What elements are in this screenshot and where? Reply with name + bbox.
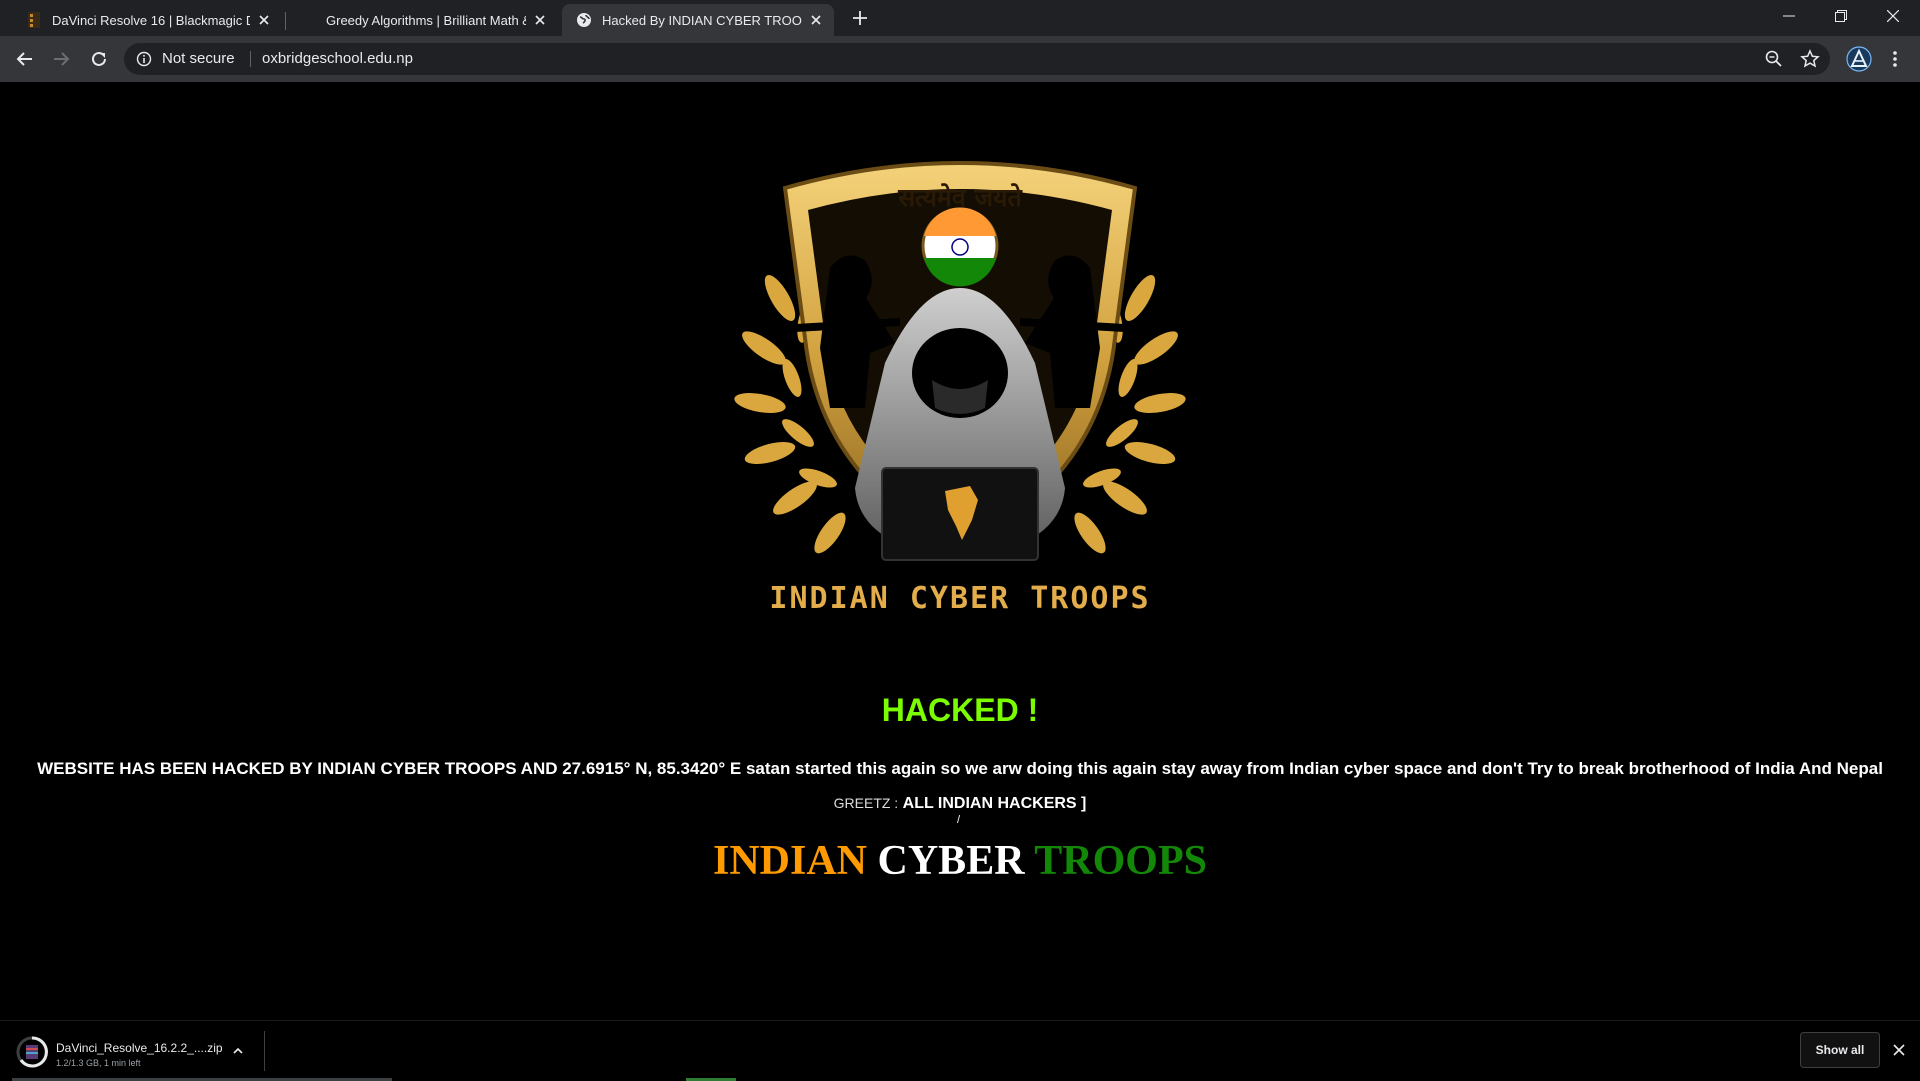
profile-avatar-icon[interactable] bbox=[1846, 46, 1872, 72]
emblem-banner-text: INDIAN CYBER TROOPS bbox=[769, 581, 1150, 616]
brilliant-icon bbox=[302, 12, 316, 28]
download-item[interactable]: DaVinci_Resolve_16.2.2_....zip 1.2/1.3 G… bbox=[0, 1021, 264, 1081]
tab-title: DaVinci Resolve 16 | Blackmagic Design bbox=[52, 12, 250, 28]
new-tab-button[interactable] bbox=[850, 8, 870, 28]
show-all-button[interactable]: Show all bbox=[1800, 1032, 1880, 1068]
close-download-bar-icon[interactable] bbox=[1890, 1041, 1908, 1059]
close-tab-icon[interactable] bbox=[532, 12, 548, 28]
davinci-icon bbox=[26, 12, 42, 28]
close-tab-icon[interactable] bbox=[256, 12, 272, 28]
chevron-up-icon[interactable] bbox=[230, 1043, 246, 1059]
slash-glyph: / bbox=[957, 814, 961, 826]
greetz-line: GREETZ : ALL INDIAN HACKERS ] bbox=[0, 795, 1920, 813]
tab-title: Greedy Algorithms | Brilliant Math & Sci… bbox=[326, 12, 526, 28]
browser-title-bar: DaVinci Resolve 16 | Blackmagic Design G… bbox=[0, 0, 1920, 36]
info-icon[interactable] bbox=[136, 51, 152, 67]
greetz-label: GREETZ : bbox=[833, 795, 899, 811]
omnibox-divider bbox=[250, 51, 251, 67]
bookmark-star-icon[interactable] bbox=[1800, 49, 1820, 69]
restore-button[interactable] bbox=[1814, 0, 1868, 32]
hacked-title: HACKED ! bbox=[881, 692, 1039, 728]
url-text[interactable]: oxbridgeschool.edu.np bbox=[262, 50, 413, 67]
minimize-button[interactable] bbox=[1762, 0, 1816, 32]
download-separator bbox=[264, 1031, 265, 1071]
security-label[interactable]: Not secure bbox=[162, 50, 235, 67]
india-flag-icon bbox=[921, 207, 999, 287]
footer-title-part3: TROOPS bbox=[1034, 838, 1207, 884]
tab-hacked[interactable]: Hacked By INDIAN CYBER TROOPS bbox=[562, 4, 834, 36]
indian-cyber-troops-emblem: सत्यमेव जयते INDIAN CYBER TROOPS bbox=[734, 161, 1186, 616]
zoom-icon[interactable] bbox=[1764, 49, 1784, 69]
greetz-value: ALL INDIAN HACKERS ] bbox=[902, 795, 1087, 812]
close-tab-icon[interactable] bbox=[808, 12, 824, 28]
footer-title-part2: CYBER bbox=[877, 838, 1025, 884]
forward-button[interactable] bbox=[47, 45, 75, 73]
close-window-button[interactable] bbox=[1866, 0, 1920, 32]
download-progress-icon bbox=[16, 1036, 48, 1068]
footer-title-part1: INDIAN bbox=[713, 838, 868, 884]
back-button[interactable] bbox=[11, 45, 39, 73]
address-bar[interactable]: Not secure oxbridgeschool.edu.np bbox=[124, 43, 1830, 75]
download-file-name: DaVinci_Resolve_16.2.2_....zip bbox=[56, 1041, 223, 1055]
browser-menu-icon[interactable] bbox=[1882, 46, 1908, 72]
download-status: 1.2/1.3 GB, 1 min left bbox=[56, 1058, 141, 1068]
page-content: सत्यमेव जयते INDIAN CYBER TROOPS HACKED … bbox=[0, 82, 1920, 1020]
footer-title: INDIAN CYBER TROOPS bbox=[0, 837, 1920, 885]
tab-title: Hacked By INDIAN CYBER TROOPS bbox=[602, 12, 802, 28]
browser-toolbar: Not secure oxbridgeschool.edu.np bbox=[0, 36, 1920, 82]
shield-motto: सत्यमेव जयते bbox=[897, 183, 1023, 212]
tab-separator bbox=[285, 12, 286, 30]
tab-brilliant[interactable]: Greedy Algorithms | Brilliant Math & Sci… bbox=[288, 4, 558, 36]
globe-icon bbox=[576, 12, 592, 28]
defacement-message: WEBSITE HAS BEEN HACKED BY INDIAN CYBER … bbox=[37, 759, 1883, 778]
reload-button[interactable] bbox=[85, 45, 113, 73]
download-bar: DaVinci_Resolve_16.2.2_....zip 1.2/1.3 G… bbox=[0, 1020, 1920, 1081]
tab-davinci[interactable]: DaVinci Resolve 16 | Blackmagic Design bbox=[12, 4, 282, 36]
